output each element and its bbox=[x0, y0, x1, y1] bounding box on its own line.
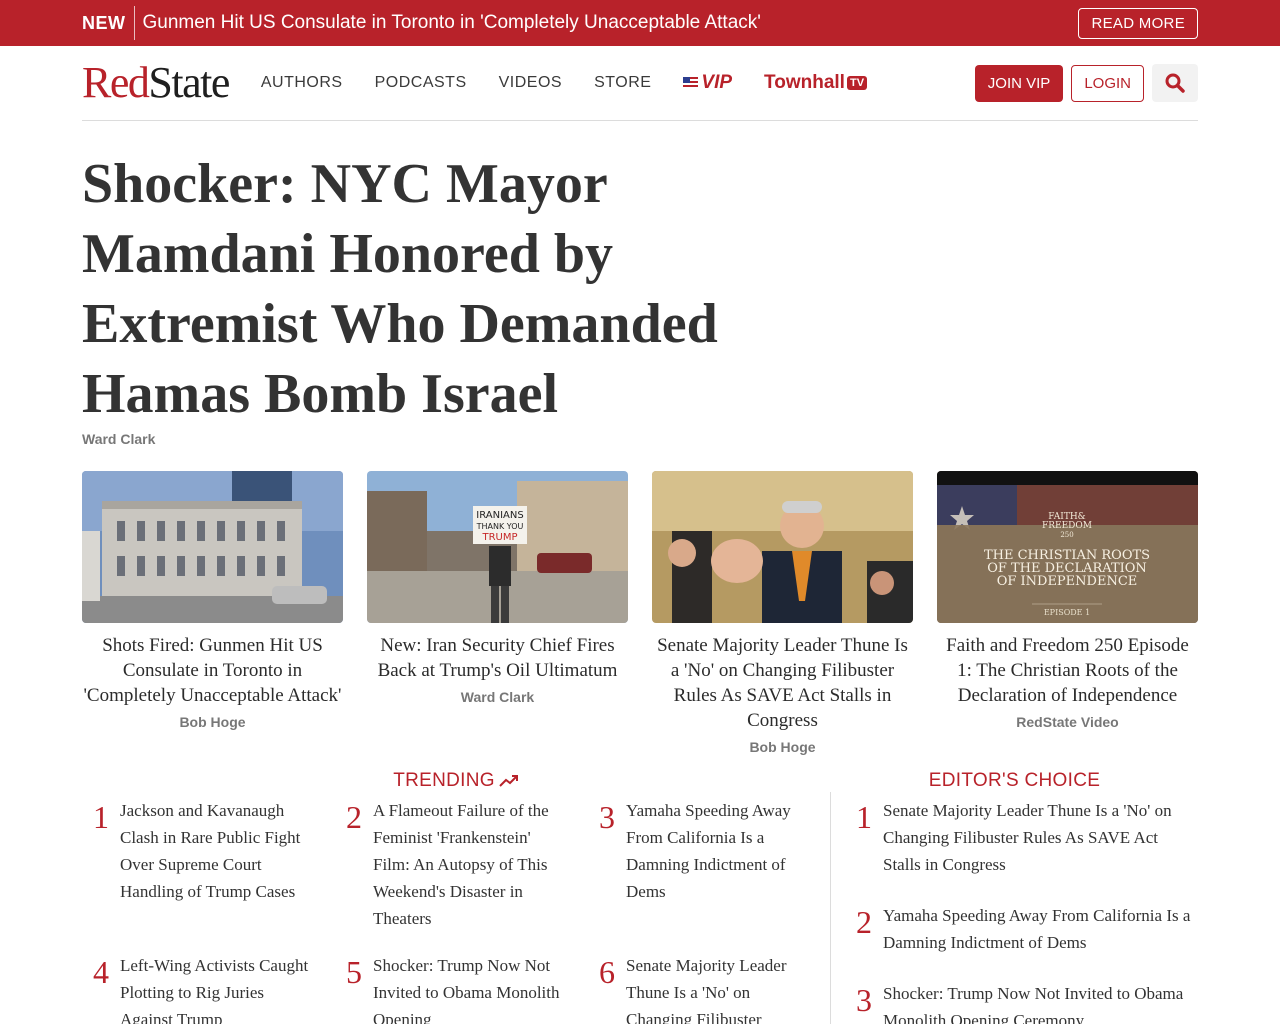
story-image-faith-freedom[interactable]: FAITH& FREEDOM 250 THE CHRISTIAN ROOTS O… bbox=[937, 471, 1198, 623]
trending-title-link[interactable]: Left-Wing Activists Caught Plotting to R… bbox=[120, 952, 315, 1024]
story-author[interactable]: Bob Hoge bbox=[652, 739, 913, 755]
rank-number: 3 bbox=[856, 982, 872, 1018]
editors-choice-item[interactable]: 2 Yamaha Speeding Away From California Is… bbox=[845, 902, 1198, 956]
editors-choice-heading: EDITOR'S CHOICE bbox=[928, 770, 1101, 791]
story-author[interactable]: Bob Hoge bbox=[82, 714, 343, 730]
rank-number: 1 bbox=[856, 799, 872, 835]
story-title[interactable]: Senate Majority Leader Thune Is a 'No' o… bbox=[652, 633, 913, 733]
nav-store[interactable]: STORE bbox=[594, 74, 651, 92]
header-actions: JOIN VIP LOGIN bbox=[974, 64, 1198, 102]
story-author[interactable]: RedState Video bbox=[937, 714, 1198, 730]
trending-item[interactable]: 5 Shocker: Trump Now Not Invited to Obama… bbox=[335, 952, 588, 1024]
overlay-brand: 250 bbox=[1060, 531, 1073, 539]
trending-item[interactable]: 1 Jackson and Kavanaugh Clash in Rare Pub… bbox=[82, 797, 335, 932]
story-cards: Shots Fired: Gunmen Hit US Consulate in … bbox=[82, 471, 1198, 755]
trending-title-link[interactable]: Yamaha Speeding Away From California Is … bbox=[626, 797, 810, 932]
trending-item[interactable]: 6 Senate Majority Leader Thune Is a 'No' … bbox=[588, 952, 830, 1024]
editors-choice-title-link[interactable]: Yamaha Speeding Away From California Is … bbox=[883, 902, 1198, 956]
lead-author[interactable]: Ward Clark bbox=[82, 431, 1198, 447]
logo-part-dark: State bbox=[148, 58, 230, 107]
townhall-label: Townhall bbox=[764, 72, 845, 93]
story-title[interactable]: New: Iran Security Chief Fires Back at T… bbox=[367, 633, 628, 683]
overlay-brand: FREEDOM bbox=[1042, 521, 1092, 531]
search-button[interactable] bbox=[1152, 64, 1198, 102]
lead-headline[interactable]: Shocker: NYC Mayor Mamdani Honored by Ex… bbox=[82, 149, 762, 429]
sign-text: TRUMP bbox=[481, 532, 517, 543]
breaking-news-banner: NEW Gunmen Hit US Consulate in Toronto i… bbox=[0, 0, 1280, 46]
trending-item[interactable]: 2 A Flameout Failure of the Feminist 'Fra… bbox=[335, 797, 588, 932]
nav-vip[interactable]: VIP bbox=[683, 72, 732, 94]
rank-number: 6 bbox=[599, 954, 615, 990]
vip-label: VIP bbox=[701, 72, 733, 93]
banner-tag: NEW bbox=[82, 6, 135, 40]
overlay-episode: EPISODE 1 bbox=[1044, 608, 1090, 617]
bottom-sections: TRENDING 1 Jackson and Kavanaugh Clash in… bbox=[82, 767, 1198, 1024]
story-card[interactable]: Shots Fired: Gunmen Hit US Consulate in … bbox=[82, 471, 343, 755]
site-header: RedState AUTHORS PODCASTS VIDEOS STORE V… bbox=[82, 46, 1198, 121]
trending-title-link[interactable]: Shocker: Trump Now Not Invited to Obama … bbox=[373, 952, 568, 1024]
story-image-protester[interactable]: IRANIANS THANK YOU TRUMP bbox=[367, 471, 628, 623]
editors-choice-list: 1 Senate Majority Leader Thune Is a 'No' … bbox=[831, 797, 1198, 1024]
flag-icon bbox=[683, 77, 699, 89]
trending-title-link[interactable]: Jackson and Kavanaugh Clash in Rare Publ… bbox=[120, 797, 315, 932]
rank-number: 4 bbox=[93, 954, 109, 990]
logo-part-red: Red bbox=[82, 58, 150, 107]
search-icon bbox=[1165, 73, 1185, 93]
overlay-title: OF INDEPENDENCE bbox=[997, 574, 1138, 589]
rank-number: 3 bbox=[599, 799, 615, 835]
trending-heading: TRENDING bbox=[82, 767, 830, 795]
trending-item[interactable]: 4 Left-Wing Activists Caught Plotting to … bbox=[82, 952, 335, 1024]
read-more-button[interactable]: READ MORE bbox=[1078, 7, 1198, 39]
site-logo[interactable]: RedState bbox=[82, 58, 230, 107]
trending-list: 1 Jackson and Kavanaugh Clash in Rare Pub… bbox=[82, 797, 830, 1024]
join-vip-button[interactable]: JOIN VIP bbox=[974, 64, 1064, 102]
sign-text: IRANIANS bbox=[476, 510, 523, 521]
story-card[interactable]: FAITH& FREEDOM 250 THE CHRISTIAN ROOTS O… bbox=[937, 471, 1198, 755]
trending-up-icon bbox=[499, 775, 518, 787]
rank-number: 2 bbox=[346, 799, 362, 835]
main-nav: AUTHORS PODCASTS VIDEOS STORE VIP Townha… bbox=[261, 72, 868, 94]
story-title[interactable]: Faith and Freedom 250 Episode 1: The Chr… bbox=[937, 633, 1198, 708]
editors-choice-section: EDITOR'S CHOICE 1 Senate Majority Leader … bbox=[830, 770, 1198, 1024]
rank-number: 1 bbox=[93, 799, 109, 835]
rank-number: 2 bbox=[856, 904, 872, 940]
nav-authors[interactable]: AUTHORS bbox=[261, 74, 343, 92]
trending-title-link[interactable]: Senate Majority Leader Thune Is a 'No' o… bbox=[626, 952, 810, 1024]
tv-badge: TV bbox=[846, 76, 868, 90]
sign-text: THANK YOU bbox=[476, 522, 524, 531]
nav-townhall-tv[interactable]: Townhall TV bbox=[764, 72, 868, 94]
banner-headline-link[interactable]: Gunmen Hit US Consulate in Toronto in 'C… bbox=[143, 12, 1079, 34]
nav-videos[interactable]: VIDEOS bbox=[499, 74, 562, 92]
story-image-thune[interactable] bbox=[652, 471, 913, 623]
story-title[interactable]: Shots Fired: Gunmen Hit US Consulate in … bbox=[82, 633, 343, 708]
rank-number: 5 bbox=[346, 954, 362, 990]
editors-choice-item[interactable]: 3 Shocker: Trump Now Not Invited to Obama… bbox=[845, 980, 1198, 1024]
story-image-consulate[interactable] bbox=[82, 471, 343, 623]
story-card[interactable]: IRANIANS THANK YOU TRUMP New: Iran Secur… bbox=[367, 471, 628, 755]
nav-podcasts[interactable]: PODCASTS bbox=[375, 74, 467, 92]
trending-title: TRENDING bbox=[393, 770, 495, 791]
editors-choice-title-link[interactable]: Senate Majority Leader Thune Is a 'No' o… bbox=[883, 797, 1198, 878]
trending-item[interactable]: 3 Yamaha Speeding Away From California Is… bbox=[588, 797, 830, 932]
story-card[interactable]: Senate Majority Leader Thune Is a 'No' o… bbox=[652, 471, 913, 755]
login-button[interactable]: LOGIN bbox=[1071, 64, 1144, 102]
story-author[interactable]: Ward Clark bbox=[367, 689, 628, 705]
trending-title-link[interactable]: A Flameout Failure of the Feminist 'Fran… bbox=[373, 797, 568, 932]
editors-choice-title-link[interactable]: Shocker: Trump Now Not Invited to Obama … bbox=[883, 980, 1198, 1024]
trending-section: TRENDING 1 Jackson and Kavanaugh Clash in… bbox=[82, 767, 830, 1024]
editors-choice-item[interactable]: 1 Senate Majority Leader Thune Is a 'No' … bbox=[845, 797, 1198, 878]
